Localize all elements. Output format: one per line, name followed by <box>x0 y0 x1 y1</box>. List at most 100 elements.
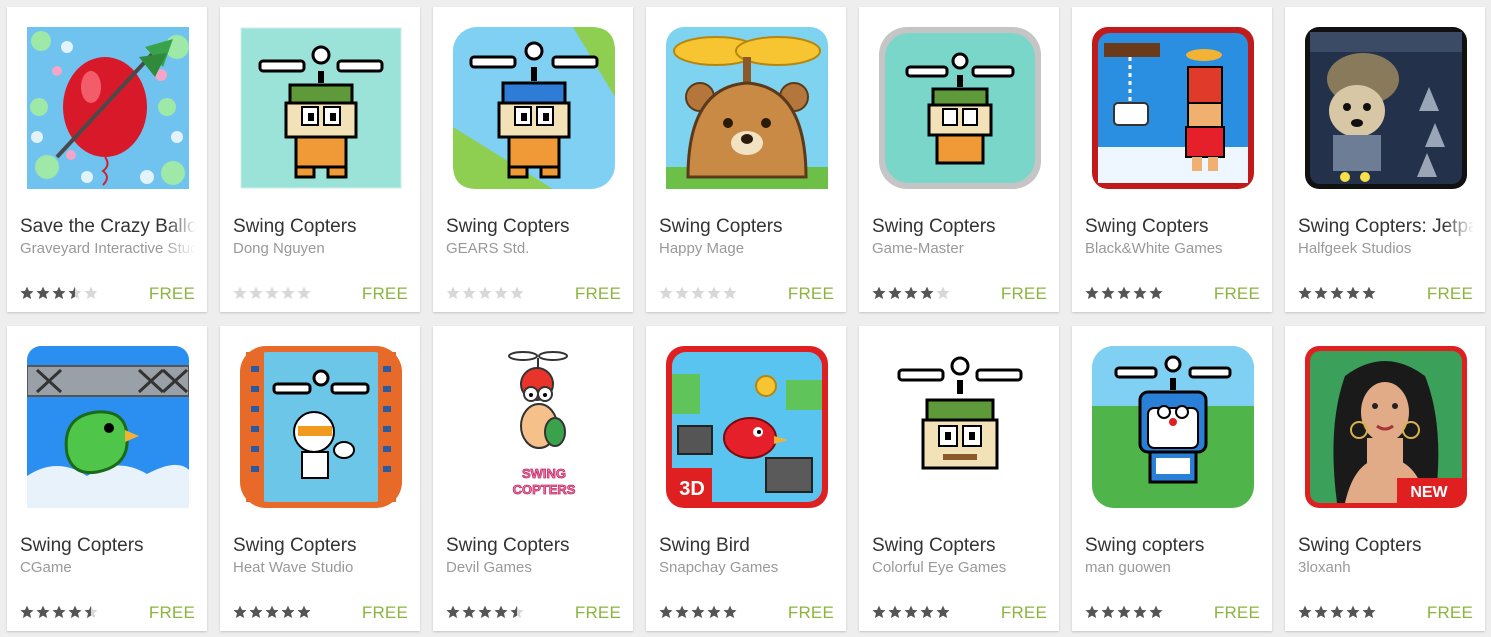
copter-guy-green-icon[interactable] <box>240 27 402 189</box>
app-card[interactable]: Swing Copters: Jetpack Halfgeek Studios … <box>1285 7 1485 312</box>
price-label: FREE <box>148 284 195 303</box>
star-filled-icon <box>297 605 311 618</box>
app-developer[interactable]: Game-Master <box>872 240 1048 257</box>
app-title[interactable]: Swing Copters <box>446 535 622 557</box>
star-filled-icon <box>1133 286 1147 299</box>
star-filled-icon <box>872 605 886 618</box>
star-filled-icon <box>1085 286 1099 299</box>
price-label: FREE <box>1426 603 1473 622</box>
red-bird-3d-icon[interactable]: 3D <box>666 346 828 508</box>
star-filled-icon <box>888 605 902 618</box>
star-empty-icon <box>446 286 460 299</box>
app-title[interactable]: Swing copters <box>1085 535 1261 557</box>
star-rating <box>233 605 311 619</box>
star-filled-icon <box>20 605 34 618</box>
app-title[interactable]: Swing Copters <box>1298 535 1474 557</box>
app-card[interactable]: Save the Crazy Balloon Graveyard Interac… <box>7 7 207 312</box>
copters-logo-text: COPTERS <box>513 482 576 497</box>
app-developer[interactable]: Graveyard Interactive Studio <box>20 240 196 257</box>
star-empty-icon <box>936 286 950 299</box>
app-card[interactable]: Swing Copters CGame FREE <box>7 326 207 631</box>
star-empty-icon <box>675 286 689 299</box>
star-filled-icon <box>462 605 476 618</box>
star-filled-icon <box>1085 605 1099 618</box>
app-title[interactable]: Swing Copters <box>20 535 196 557</box>
app-title[interactable]: Swing Copters <box>872 535 1048 557</box>
star-filled-icon <box>872 286 886 299</box>
star-half-icon <box>68 286 82 299</box>
app-card[interactable]: Swing copters man guowen FREE <box>1072 326 1272 631</box>
app-card[interactable]: 3D Swing Bird Snapchay Games FREE <box>646 326 846 631</box>
app-developer[interactable]: Dong Nguyen <box>233 240 409 257</box>
app-title[interactable]: Swing Bird <box>659 535 835 557</box>
copter-face-white-icon[interactable] <box>879 346 1041 508</box>
star-empty-icon <box>281 286 295 299</box>
price-label: FREE <box>787 284 834 303</box>
star-filled-icon <box>1346 286 1360 299</box>
price-label: FREE <box>1426 284 1473 303</box>
copter-guy-blue-icon[interactable] <box>453 27 615 189</box>
app-card[interactable]: Swing Copters Happy Mage FREE <box>646 7 846 312</box>
star-filled-icon <box>446 605 460 618</box>
star-filled-icon <box>265 605 279 618</box>
app-developer[interactable]: Happy Mage <box>659 240 835 257</box>
app-title[interactable]: Swing Copters <box>659 216 835 238</box>
doraemon-copter-icon[interactable] <box>1092 346 1254 508</box>
app-developer[interactable]: GEARS Std. <box>446 240 622 257</box>
app-developer[interactable]: 3loxanh <box>1298 559 1474 576</box>
app-developer[interactable]: Colorful Eye Games <box>872 559 1048 576</box>
app-title[interactable]: Swing Copters <box>233 216 409 238</box>
app-title[interactable]: Swing Copters <box>446 216 622 238</box>
copter-boy-red-hat-icon[interactable] <box>1092 27 1254 189</box>
star-filled-icon <box>494 605 508 618</box>
app-title[interactable]: Swing Copters <box>1085 216 1261 238</box>
star-filled-icon <box>1362 605 1376 618</box>
copter-bug-logo-icon[interactable]: SWING COPTERS <box>453 346 615 508</box>
balloon-dart-icon[interactable] <box>27 27 189 189</box>
app-developer[interactable]: Black&White Games <box>1085 240 1261 257</box>
star-empty-icon <box>233 286 247 299</box>
app-developer[interactable]: Halfgeek Studios <box>1298 240 1474 257</box>
app-title[interactable]: Save the Crazy Balloon <box>20 216 196 238</box>
app-card[interactable]: Swing Copters Black&White Games FREE <box>1072 7 1272 312</box>
star-filled-icon <box>675 605 689 618</box>
woman-portrait-new-icon[interactable]: NEW <box>1305 346 1467 508</box>
star-empty-icon <box>691 286 705 299</box>
app-card[interactable]: NEW Swing Copters 3loxanh FREE <box>1285 326 1485 631</box>
app-developer[interactable]: Devil Games <box>446 559 622 576</box>
app-card[interactable]: Swing Copters Dong Nguyen FREE <box>220 7 420 312</box>
star-half-icon <box>510 605 524 618</box>
jetpack-bear-icon[interactable] <box>1305 27 1467 189</box>
star-rating <box>1298 286 1376 300</box>
copter-guy-rounded-icon[interactable] <box>879 27 1041 189</box>
app-title[interactable]: Swing Copters <box>233 535 409 557</box>
green-bird-icon[interactable] <box>27 346 189 508</box>
app-card[interactable]: Swing Copters Heat Wave Studio FREE <box>220 326 420 631</box>
star-filled-icon <box>888 286 902 299</box>
star-filled-icon <box>1314 286 1328 299</box>
app-card[interactable]: Swing Copters Colorful Eye Games FREE <box>859 326 1059 631</box>
app-card[interactable]: SWING COPTERS Swing Copters Devil Games … <box>433 326 633 631</box>
star-rating <box>20 605 98 619</box>
star-filled-icon <box>36 286 50 299</box>
helmet-guy-icon[interactable] <box>240 346 402 508</box>
propeller-bear-icon[interactable] <box>666 27 828 189</box>
app-developer[interactable]: CGame <box>20 559 196 576</box>
price-label: FREE <box>361 603 408 622</box>
app-title[interactable]: Swing Copters: Jetpack <box>1298 216 1474 238</box>
price-label: FREE <box>148 603 195 622</box>
star-empty-icon <box>707 286 721 299</box>
star-filled-icon <box>1298 605 1312 618</box>
app-developer[interactable]: man guowen <box>1085 559 1261 576</box>
star-filled-icon <box>904 286 918 299</box>
app-title[interactable]: Swing Copters <box>872 216 1048 238</box>
star-filled-icon <box>936 605 950 618</box>
star-filled-icon <box>707 605 721 618</box>
app-card[interactable]: Swing Copters GEARS Std. FREE <box>433 7 633 312</box>
star-filled-icon <box>920 286 934 299</box>
app-card[interactable]: Swing Copters Game-Master FREE <box>859 7 1059 312</box>
app-developer[interactable]: Heat Wave Studio <box>233 559 409 576</box>
price-label: FREE <box>361 284 408 303</box>
app-developer[interactable]: Snapchay Games <box>659 559 835 576</box>
star-empty-icon <box>723 286 737 299</box>
